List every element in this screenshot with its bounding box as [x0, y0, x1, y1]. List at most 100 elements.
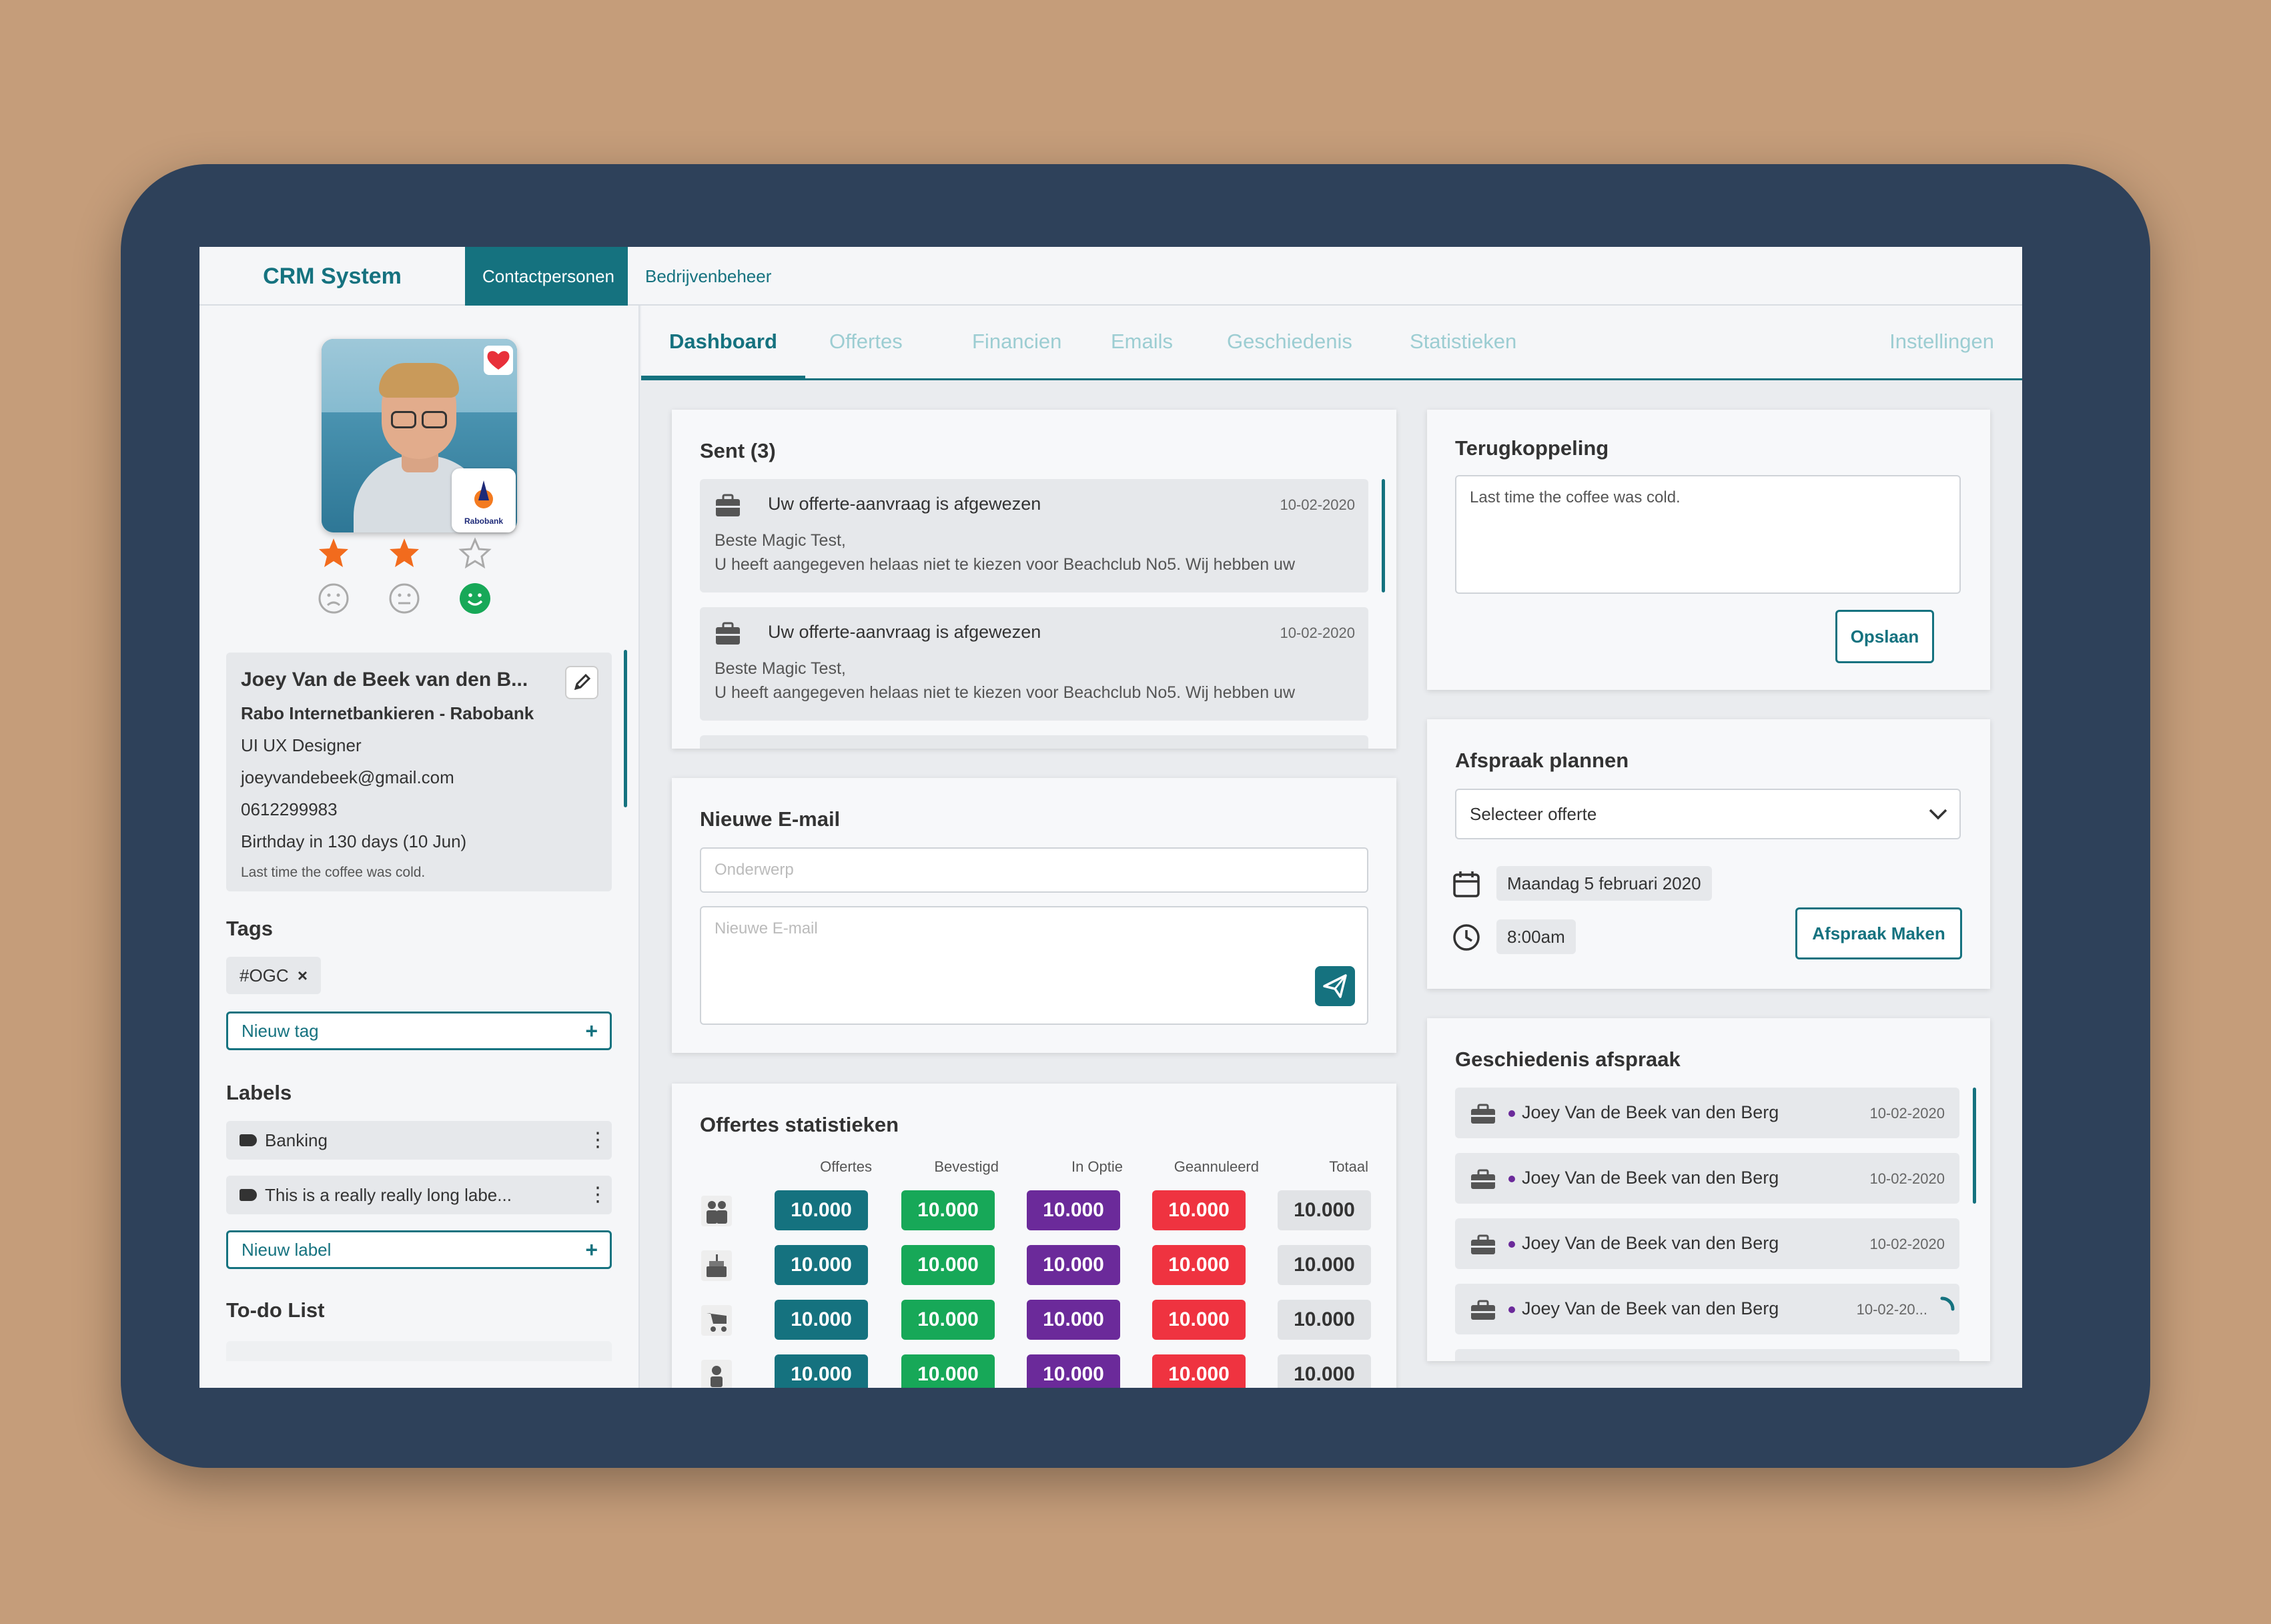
new-tag-placeholder: Nieuw tag [242, 1021, 319, 1041]
nav-tab-bedrijvenbeheer[interactable]: Bedrijvenbeheer [628, 247, 789, 306]
tag-remove-icon[interactable]: × [298, 965, 308, 985]
main-content: Dashboard Offertes Financien Emails Gesc… [641, 306, 2022, 1388]
label-item[interactable]: Banking ⋮ [226, 1121, 612, 1160]
history-item[interactable]: Joey Van de Beek van den Berg 10-02-2020 [1455, 1218, 1959, 1269]
sent-scrollbar[interactable] [1382, 479, 1385, 592]
new-label-input[interactable]: Nieuw label + [226, 1230, 612, 1269]
star-filled-icon[interactable] [317, 536, 350, 570]
avatar-glasses-right [422, 411, 447, 428]
sent-message[interactable] [700, 735, 1368, 749]
app-screen: CRM System Contactpersonen Bedrijvenbehe… [199, 247, 2022, 1388]
favorite-button[interactable] [484, 346, 513, 375]
status-dot [1508, 1175, 1515, 1182]
feedback-text: Last time the coffee was cold. [1470, 488, 1681, 506]
message-date: 10-02-2020 [1280, 625, 1355, 641]
message-greeting: Beste Magic Test, [715, 531, 846, 550]
col-header-offertes: Offertes [820, 1158, 872, 1175]
sad-face-icon[interactable] [317, 582, 350, 615]
label-item-text: This is a really really long labe... [265, 1185, 512, 1205]
stat-totaal: 10.000 [1278, 1300, 1371, 1340]
tab-dashboard[interactable]: Dashboard [641, 306, 805, 380]
tab-instellingen[interactable]: Instellingen [1861, 306, 2022, 380]
stat-bevestigd: 10.000 [901, 1190, 995, 1230]
clock-icon [1453, 924, 1480, 951]
tab-offertes[interactable]: Offertes [801, 306, 931, 380]
contact-note: Last time the coffee was cold. [241, 865, 426, 880]
tab-geschiedenis[interactable]: Geschiedenis [1199, 306, 1380, 380]
nav-tab-contactpersonen[interactable]: Contactpersonen [465, 247, 628, 306]
more-options-icon[interactable]: ⋮ [588, 1176, 608, 1214]
message-preview: Beste Magic Test, U heeft aangegeven hela… [715, 528, 1295, 576]
edit-contact-button[interactable] [565, 666, 598, 699]
message-date: 10-02-2020 [1280, 496, 1355, 513]
todo-title: To-do List [226, 1298, 325, 1322]
more-options-icon[interactable]: ⋮ [588, 1121, 608, 1160]
add-label-icon[interactable]: + [585, 1232, 598, 1267]
tab-statistieken[interactable]: Statistieken [1382, 306, 1544, 380]
briefcase-icon [1471, 1234, 1495, 1254]
history-item[interactable]: Joey Van de Beek van den Berg 10-02-20..… [1455, 1284, 1959, 1334]
history-item[interactable] [1455, 1349, 1959, 1361]
new-tag-input[interactable]: Nieuw tag + [226, 1011, 612, 1050]
sidebar-scrollbar[interactable] [624, 650, 627, 807]
tag-chip: #OGC × [226, 957, 322, 994]
pencil-icon [574, 673, 591, 691]
tab-emails[interactable]: Emails [1083, 306, 1201, 380]
star-filled-icon[interactable] [388, 536, 421, 570]
avatar-glasses-left [391, 411, 416, 428]
happy-face-icon[interactable] [458, 582, 492, 615]
tab-financien[interactable]: Financien [944, 306, 1089, 380]
sent-card: Sent (3) Uw offerte-aanvraag is afgeweze… [672, 410, 1396, 749]
sent-message[interactable]: Uw offerte-aanvraag is afgewezen 10-02-2… [700, 607, 1368, 721]
history-item-name-text: Joey Van de Beek van den Berg [1522, 1298, 1779, 1318]
new-email-card: Nieuwe E-mail Onderwerp Nieuwe E-mail [672, 778, 1396, 1053]
tag-chip-label: #OGC [240, 965, 289, 985]
subject-input[interactable]: Onderwerp [700, 847, 1368, 893]
neutral-face-icon[interactable] [388, 582, 421, 615]
appointment-history-card: Geschiedenis afspraak Joey Van de Beek v… [1427, 1018, 1990, 1361]
history-item[interactable]: Joey Van de Beek van den Berg 10-02-2020 [1455, 1088, 1959, 1138]
history-scrollbar[interactable] [1973, 1088, 1976, 1204]
contact-email[interactable]: joeyvandebeek@gmail.com [241, 767, 454, 788]
loading-spinner-icon [1940, 1296, 1955, 1311]
new-label-placeholder: Nieuw label [242, 1240, 332, 1260]
new-email-title: Nieuwe E-mail [700, 807, 841, 831]
history-item[interactable]: Joey Van de Beek van den Berg 10-02-2020 [1455, 1153, 1959, 1204]
email-body-input[interactable]: Nieuwe E-mail [700, 906, 1368, 1025]
stroller-icon [701, 1305, 732, 1336]
col-header-bevestigd: Bevestigd [934, 1158, 999, 1175]
contact-phone[interactable]: 0612299983 [241, 799, 338, 820]
label-tag-icon [240, 1189, 257, 1201]
stat-in-optie: 10.000 [1027, 1354, 1120, 1388]
history-item-name: Joey Van de Beek van den Berg [1508, 1102, 1779, 1123]
briefcase-icon [716, 622, 740, 645]
feedback-title: Terugkoppeling [1455, 436, 1609, 460]
contact-name: Joey Van de Beek van den B... [241, 669, 528, 691]
contact-info-card: Joey Van de Beek van den B... Rabo Inter… [226, 653, 612, 891]
message-snippet: U heeft aangegeven helaas niet te kiezen… [715, 683, 1296, 702]
make-appointment-button[interactable]: Afspraak Maken [1795, 907, 1962, 959]
col-header-geannuleerd: Geannuleerd [1174, 1158, 1259, 1175]
briefcase-icon [1471, 1300, 1495, 1320]
offer-select[interactable]: Selecteer offerte [1455, 789, 1961, 839]
feedback-textarea[interactable]: Last time the coffee was cold. [1455, 475, 1961, 594]
add-tag-icon[interactable]: + [585, 1013, 598, 1048]
sent-message[interactable]: Uw offerte-aanvraag is afgewezen 10-02-2… [700, 479, 1368, 592]
send-icon [1323, 974, 1347, 998]
top-bar: CRM System Contactpersonen Bedrijvenbehe… [199, 247, 2022, 306]
history-item-name-text: Joey Van de Beek van den Berg [1522, 1233, 1779, 1253]
sent-title: Sent (3) [700, 439, 776, 462]
stat-totaal: 10.000 [1278, 1190, 1371, 1230]
label-item-text: Banking [265, 1130, 328, 1150]
appointment-card: Afspraak plannen Selecteer offerte Maand… [1427, 719, 1990, 989]
send-button[interactable] [1315, 966, 1355, 1006]
briefcase-icon [716, 494, 740, 516]
heart-icon [487, 351, 510, 370]
appointment-date[interactable]: Maandag 5 februari 2020 [1496, 866, 1712, 901]
appointment-time[interactable]: 8:00am [1496, 919, 1576, 954]
contact-sidebar: Rabobank Joey Van de Beek van den B... R… [199, 306, 640, 1388]
save-button[interactable]: Opslaan [1835, 610, 1934, 663]
star-empty-icon[interactable] [458, 536, 492, 570]
history-item-name: Joey Van de Beek van den Berg [1508, 1168, 1779, 1188]
label-item[interactable]: This is a really really long labe... ⋮ [226, 1176, 612, 1214]
